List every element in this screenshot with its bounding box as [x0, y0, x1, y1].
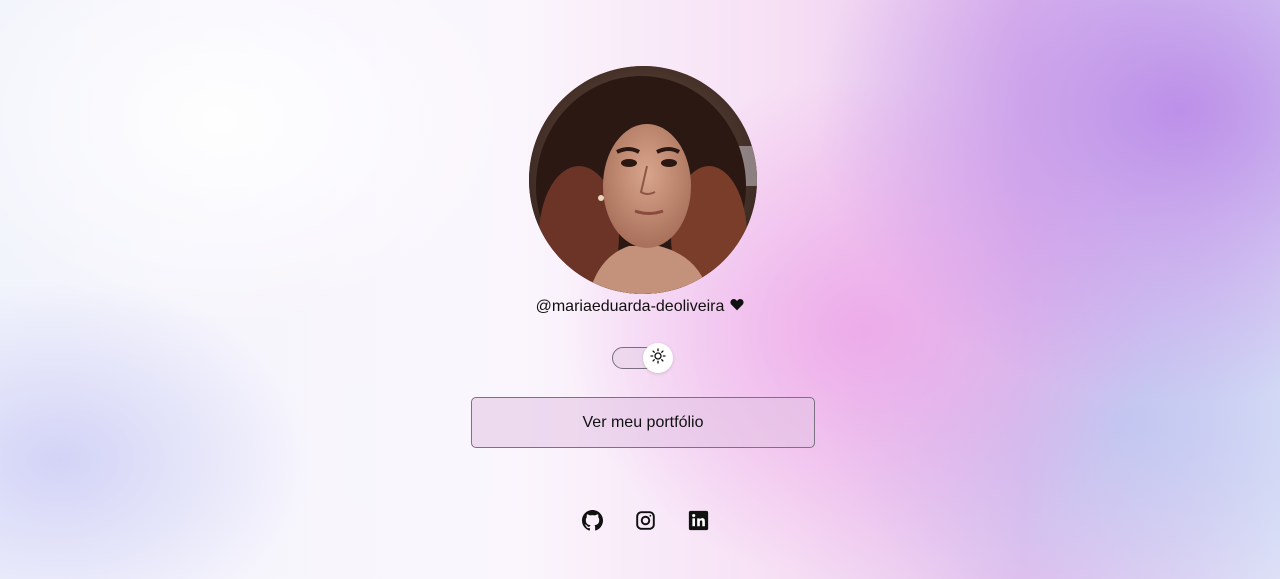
- avatar: [529, 66, 757, 294]
- instagram-icon[interactable]: [634, 509, 656, 531]
- avatar-photo: [529, 66, 757, 294]
- theme-toggle-knob[interactable]: [643, 343, 673, 373]
- social-links: [0, 509, 1280, 531]
- linkedin-icon[interactable]: [687, 509, 709, 531]
- github-icon[interactable]: [581, 509, 603, 531]
- portfolio-button-label: Ver meu portfólio: [582, 413, 704, 431]
- sun-icon: [650, 347, 666, 369]
- username: @mariaeduarda-deoliveira: [535, 298, 725, 315]
- username-row: @mariaeduarda-deoliveira: [0, 298, 1280, 316]
- heart-icon: [730, 298, 744, 313]
- portfolio-button[interactable]: Ver meu portfólio: [471, 397, 815, 448]
